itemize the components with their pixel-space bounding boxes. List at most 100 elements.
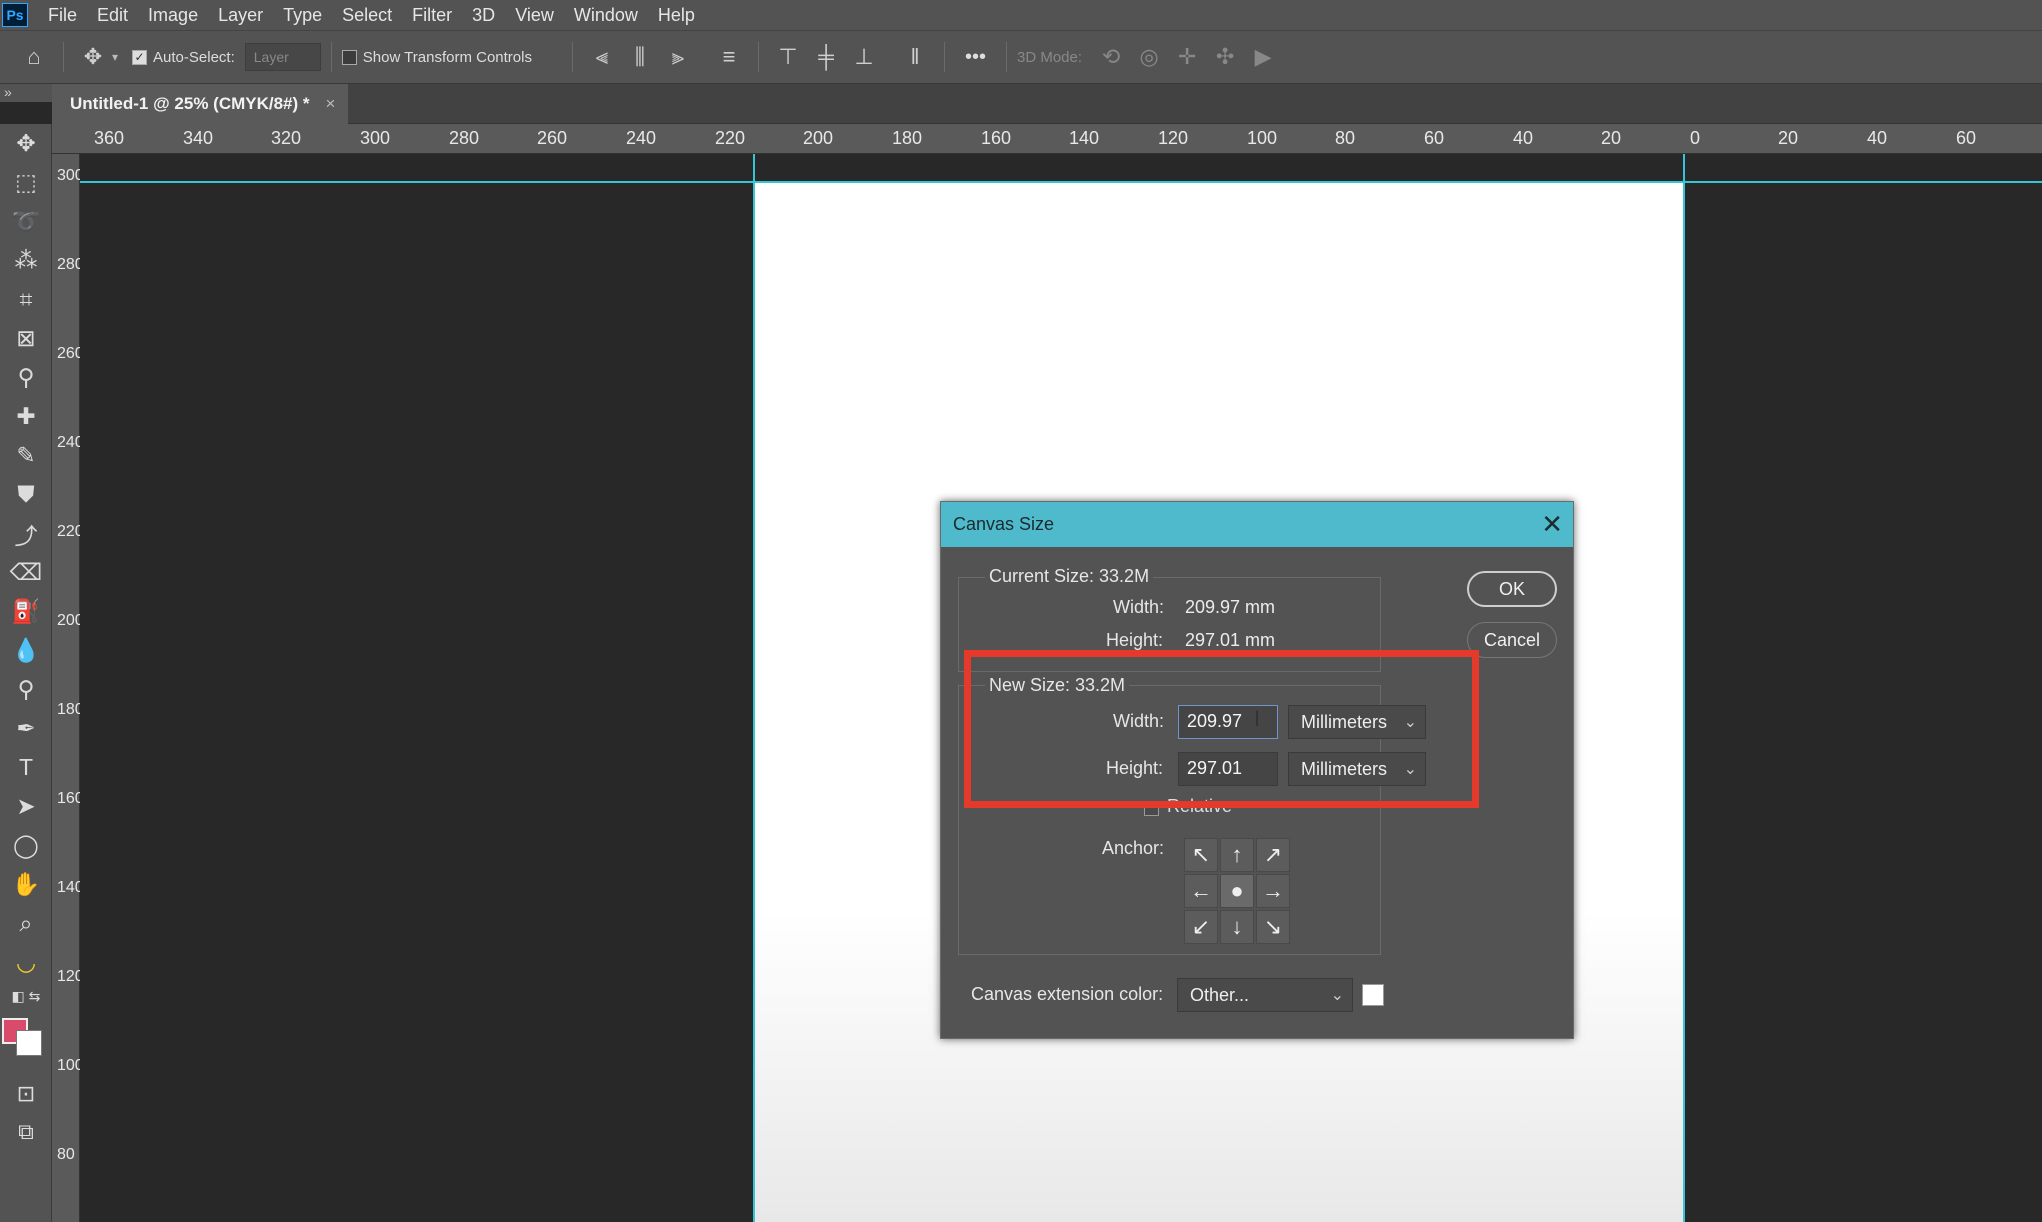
anchor-top-right[interactable]: ↗	[1256, 838, 1290, 872]
anchor-grid: ↖ ↑ ↗ ← ● → ↙ ↓ ↘	[1184, 838, 1290, 944]
ruler-tick-label: 240	[57, 434, 84, 451]
ruler-tick-label: 240	[626, 128, 657, 148]
more-options-icon[interactable]: •••	[965, 46, 986, 69]
ok-button[interactable]: OK	[1467, 571, 1557, 607]
menu-type[interactable]: Type	[273, 0, 332, 30]
3d-mode-label: 3D Mode:	[1017, 48, 1083, 66]
3d-camera-icon[interactable]: ▶	[1249, 43, 1277, 71]
anchor-top[interactable]: ↑	[1220, 838, 1254, 872]
anchor-bottom[interactable]: ↓	[1220, 910, 1254, 944]
type-tool-icon[interactable]: T	[0, 748, 52, 787]
ruler-tick-label: 60	[1956, 128, 1977, 148]
align-center-icon[interactable]: ⫼	[626, 43, 654, 71]
banana-icon[interactable]: ◡	[0, 943, 52, 982]
menu-view[interactable]: View	[505, 0, 564, 30]
guide-horizontal[interactable]	[80, 181, 2042, 183]
auto-select-checkbox[interactable]: ✓	[132, 49, 148, 65]
crop-tool-icon[interactable]: ⌗	[0, 280, 52, 319]
guide-vertical-right[interactable]	[1683, 154, 1685, 1222]
extension-color-swatch[interactable]	[1362, 984, 1384, 1006]
document-tab[interactable]: Untitled-1 @ 25% (CMYK/8#) * ×	[52, 84, 348, 124]
anchor-center[interactable]: ●	[1220, 874, 1254, 908]
menu-file[interactable]: File	[38, 0, 87, 30]
path-selection-tool-icon[interactable]: ➤	[0, 787, 52, 826]
ruler-tick-label: 40	[1867, 128, 1888, 148]
eraser-tool-icon[interactable]: ⌫	[0, 553, 52, 592]
ruler-tick-label: 40	[1513, 128, 1534, 148]
auto-select-target-dropdown[interactable]: Layer	[244, 43, 321, 71]
close-icon[interactable]: ✕	[1541, 511, 1563, 537]
expand-panels-icon[interactable]: »	[0, 84, 52, 102]
current-width-label: Width:	[1113, 597, 1165, 617]
screen-mode-icon[interactable]: ⧉	[8, 1114, 44, 1150]
dodge-tool-icon[interactable]: ⚲	[0, 670, 52, 709]
anchor-bottom-left[interactable]: ↙	[1184, 910, 1218, 944]
lasso-tool-icon[interactable]: ➰	[0, 202, 52, 241]
extension-color-select[interactable]: Other... ⌄	[1177, 978, 1353, 1012]
ruler-tick-label: 160	[57, 790, 84, 807]
dialog-title-bar[interactable]: Canvas Size	[941, 502, 1573, 547]
extension-color-label: Canvas extension color:	[971, 984, 1164, 1004]
divider	[63, 42, 64, 72]
3d-roll-icon[interactable]: ◎	[1135, 43, 1163, 71]
swap-colors-icon[interactable]: ◧ ⇆	[0, 982, 52, 1010]
clone-stamp-tool-icon[interactable]: ⛊	[0, 475, 52, 514]
options-bar: ⌂ ✥ ▾ ✓ Auto-Select: Layer Show Transfor…	[0, 30, 2042, 84]
photoshop-logo: Ps	[2, 3, 28, 27]
ruler-tick-label: 280	[57, 256, 84, 273]
3d-slide-icon[interactable]: ✣	[1211, 43, 1239, 71]
anchor-left[interactable]: ←	[1184, 874, 1218, 908]
align-bottom-icon[interactable]: ⊥	[850, 43, 878, 71]
ruler-tick-label: 180	[57, 701, 84, 718]
menu-help[interactable]: Help	[648, 0, 705, 30]
ruler-tick-label: 340	[183, 128, 214, 148]
move-tool-icon[interactable]: ✥	[79, 43, 107, 71]
ruler-tick-label: 80	[57, 1146, 75, 1163]
magic-wand-tool-icon[interactable]: ⁂	[0, 241, 52, 280]
anchor-top-left[interactable]: ↖	[1184, 838, 1218, 872]
paint-bucket-tool-icon[interactable]: ⛽	[0, 592, 52, 631]
menu-layer[interactable]: Layer	[208, 0, 273, 30]
menu-image[interactable]: Image	[138, 0, 208, 30]
anchor-right[interactable]: →	[1256, 874, 1290, 908]
guide-vertical-left[interactable]	[753, 154, 755, 1222]
pen-tool-icon[interactable]: ✒	[0, 709, 52, 748]
move-tool-icon[interactable]: ✥	[0, 124, 52, 163]
menu-edit[interactable]: Edit	[87, 0, 138, 30]
menu-filter[interactable]: Filter	[402, 0, 462, 30]
frame-tool-icon[interactable]: ⊠	[0, 319, 52, 358]
quick-mask-icon[interactable]: ⊡	[8, 1076, 44, 1112]
align-right-icon[interactable]: ⫸	[664, 43, 692, 71]
menu-select[interactable]: Select	[332, 0, 402, 30]
ruler-tick-label: 180	[892, 128, 923, 148]
close-tab-icon[interactable]: ×	[326, 94, 336, 114]
cancel-button[interactable]: Cancel	[1467, 622, 1557, 658]
menu-window[interactable]: Window	[564, 0, 648, 30]
hand-tool-icon[interactable]: ✋	[0, 865, 52, 904]
align-top-icon[interactable]: ⊤	[774, 43, 802, 71]
ellipse-tool-icon[interactable]: ◯	[0, 826, 52, 865]
ruler-tick-label: 280	[449, 128, 480, 148]
home-icon[interactable]: ⌂	[20, 43, 48, 71]
3d-orbit-icon[interactable]: ⟲	[1097, 43, 1125, 71]
align-middle-icon[interactable]: ╪	[812, 43, 840, 71]
align-left-icon[interactable]: ⫷	[588, 43, 616, 71]
eyedropper-tool-icon[interactable]: ⚲	[0, 358, 52, 397]
history-brush-tool-icon[interactable]: ⤴	[0, 514, 52, 553]
ruler-tick-label: 260	[57, 345, 84, 362]
blur-tool-icon[interactable]: 💧	[0, 631, 52, 670]
marquee-tool-icon[interactable]: ⬚	[0, 163, 52, 202]
brush-tool-icon[interactable]: ✎	[0, 436, 52, 475]
zoom-tool-icon[interactable]: ⌕	[0, 904, 52, 943]
ruler-tick-label: 0	[1690, 128, 1701, 148]
anchor-label: Anchor:	[1102, 838, 1165, 858]
distribute-icon[interactable]: ≡	[715, 43, 743, 71]
3d-pan-icon[interactable]: ✛	[1173, 43, 1201, 71]
background-color-swatch[interactable]	[16, 1030, 42, 1056]
anchor-bottom-right[interactable]: ↘	[1256, 910, 1290, 944]
healing-brush-tool-icon[interactable]: ✚	[0, 397, 52, 436]
show-transform-checkbox[interactable]	[341, 49, 357, 65]
chevron-down-icon[interactable]: ▾	[112, 50, 118, 64]
menu-3d[interactable]: 3D	[462, 0, 505, 30]
distribute-vertical-icon[interactable]: ‖	[901, 43, 929, 71]
